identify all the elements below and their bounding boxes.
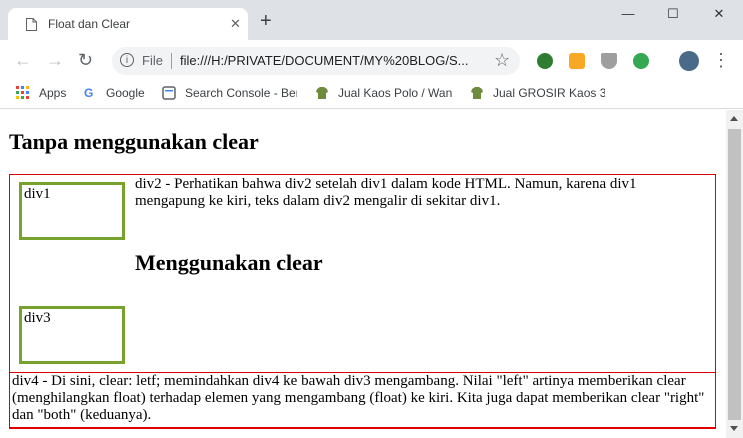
- browser-titlebar: Float dan Clear ✕ + — ☐ ✕: [0, 0, 743, 40]
- url-text[interactable]: file:///H:/PRIVATE/DOCUMENT/MY%20BLOG/S.…: [180, 53, 468, 68]
- bookmark-grosir-kaos[interactable]: Jual GROSIR Kaos 3D: [493, 86, 605, 100]
- address-bar[interactable]: i File file:///H:/PRIVATE/DOCUMENT/MY%20…: [112, 47, 520, 75]
- heading-menggunakan-clear: Menggunakan clear: [135, 250, 323, 275]
- search-console-icon: [162, 86, 176, 100]
- scroll-down-icon[interactable]: [730, 426, 738, 431]
- page-viewport: Tanpa menggunakan clear div1 div2 - Perh…: [0, 110, 726, 438]
- apps-grid-icon: [16, 86, 29, 99]
- close-window-button[interactable]: ✕: [704, 6, 734, 26]
- separator: [171, 53, 172, 69]
- div1-box: div1: [19, 182, 125, 240]
- maximize-button[interactable]: ☐: [658, 6, 688, 26]
- bookmark-kaos-polo[interactable]: Jual Kaos Polo / Wan: [338, 86, 453, 100]
- green-extension-icon[interactable]: [633, 53, 649, 69]
- url-scheme-label: File: [142, 53, 163, 68]
- bookmark-apps[interactable]: Apps: [39, 86, 66, 100]
- heading-tanpa-clear: Tanpa menggunakan clear: [9, 129, 259, 154]
- minimize-button[interactable]: —: [613, 6, 643, 26]
- profile-avatar[interactable]: [679, 51, 699, 71]
- div4-box: div4 - Di sini, clear: letf; memindahkan…: [9, 372, 716, 429]
- menu-button[interactable]: ⋮: [712, 50, 730, 70]
- info-icon[interactable]: i: [120, 53, 134, 67]
- tab-title: Float dan Clear: [48, 17, 131, 31]
- trophy-extension-icon[interactable]: [601, 53, 617, 69]
- tab-float-dan-clear[interactable]: Float dan Clear ✕: [8, 8, 248, 40]
- bookmarks-bar: Apps G Google Search Console - Ber Jual …: [0, 80, 743, 109]
- bookmark-google[interactable]: Google: [106, 86, 145, 100]
- page-icon: [26, 18, 37, 31]
- forward-button[interactable]: →: [46, 50, 64, 70]
- tab-close-icon[interactable]: ✕: [230, 16, 241, 32]
- google-icon: G: [84, 86, 94, 100]
- shirt-icon: [471, 87, 483, 99]
- div3-box: div3: [19, 306, 125, 364]
- new-tab-button[interactable]: +: [260, 11, 272, 31]
- div2-text: div2 - Perhatikan bahwa div2 setelah div…: [135, 176, 637, 209]
- shirt-icon: [316, 87, 328, 99]
- back-button[interactable]: ←: [14, 50, 32, 70]
- globe-extension-icon[interactable]: [537, 53, 553, 69]
- v-extension-icon[interactable]: [569, 53, 585, 69]
- bookmark-star-icon[interactable]: ☆: [494, 50, 510, 71]
- reload-button[interactable]: ↻: [78, 50, 93, 70]
- vertical-scrollbar[interactable]: [726, 110, 743, 438]
- scroll-up-icon[interactable]: [730, 116, 738, 121]
- bookmark-search-console[interactable]: Search Console - Ber: [185, 86, 297, 100]
- scrollbar-thumb[interactable]: [728, 129, 741, 420]
